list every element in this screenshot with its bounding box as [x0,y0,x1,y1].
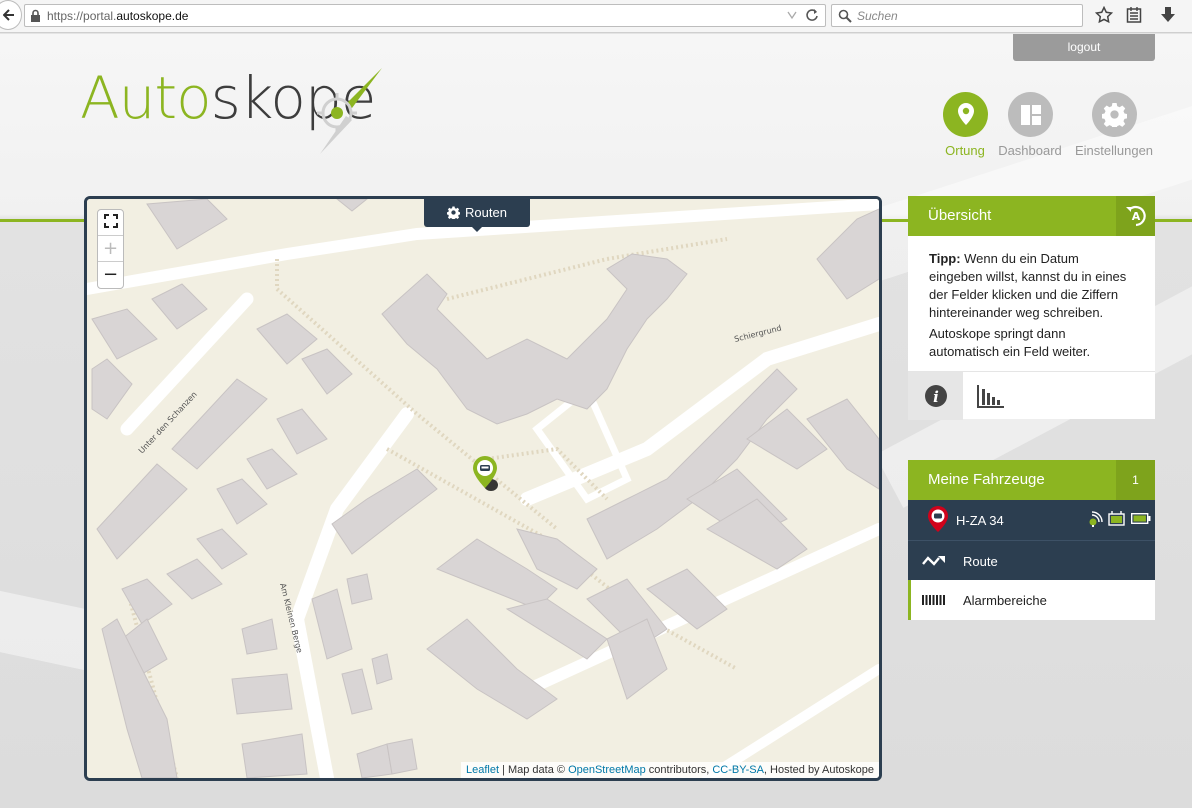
routes-tab[interactable]: Routen [424,199,530,232]
nav-label-dashboard: Dashboard [998,143,1062,158]
nav-label-einstellungen: Einstellungen [1074,143,1154,158]
vehicle-pin-icon [928,506,948,532]
zoom-out-button[interactable]: − [98,262,123,288]
info-icon: i [925,385,947,407]
svg-text:A: A [1131,210,1140,223]
alarm-zone-icon [922,595,945,605]
menu-alarmbereiche[interactable]: Alarmbereiche [908,580,1155,620]
tab-statistics[interactable] [963,372,1018,420]
menu-alarmbereiche-label: Alarmbereiche [963,593,1047,608]
map[interactable]: Schiergrund Unter den Schanzen Am Kleine… [84,196,882,781]
overview-tabs: i [908,371,1155,420]
reading-list-icon[interactable] [1126,6,1142,24]
search-placeholder: Suchen [857,9,898,23]
vehicles-panel: Meine Fahrzeuge 1 H-ZA 34 Route Alarmber… [908,460,1155,620]
lock-icon [31,9,40,22]
leaflet-link[interactable]: Leaflet [466,764,499,776]
vehicle-count-badge: 1 [1116,460,1155,500]
tab-info[interactable]: i [908,372,963,420]
location-pin-icon [942,92,988,137]
nav-einstellungen[interactable]: Einstellungen [1072,92,1156,158]
tip-text: Tipp: Wenn du ein Datum eingeben willst,… [929,251,1127,359]
vehicles-header: Meine Fahrzeuge 1 [908,460,1155,500]
nav-ortung[interactable]: Ortung [939,92,991,158]
compass-logo-icon [317,68,382,154]
nav-dashboard[interactable]: Dashboard [994,92,1066,158]
fullscreen-button[interactable] [98,210,123,236]
logo: Autoskope [80,68,382,154]
vehicle-marker-icon[interactable] [471,455,507,495]
routes-tab-label: Routen [465,205,507,220]
gear-icon [446,206,461,221]
overview-title: Übersicht [928,207,992,224]
back-button[interactable] [0,0,22,30]
gear-icon [1091,92,1137,137]
search-bar[interactable]: Suchen [831,4,1083,27]
vehicles-title: Meine Fahrzeuge [928,471,1045,488]
battery-icon [1131,513,1151,524]
osm-link[interactable]: OpenStreetMap [568,764,646,776]
gsm-status-icon [1108,511,1125,526]
page: logout Autoskope Ortung Dashboard Einste… [0,34,1192,808]
back-arrow-icon [3,9,14,21]
search-icon [838,9,852,23]
reload-icon[interactable] [805,8,819,22]
vehicle-row[interactable]: H-ZA 34 [908,500,1155,540]
nav-label-ortung: Ortung [945,143,985,158]
menu-route[interactable]: Route [908,540,1155,580]
download-icon[interactable] [1160,6,1176,24]
vehicle-name: H-ZA 34 [956,513,1004,528]
browser-toolbar: https://portal.autoskope.de Suchen [0,0,1192,33]
bookmark-star-icon[interactable] [1095,6,1113,24]
logout-button[interactable]: logout [1013,34,1155,61]
map-attribution: Leaflet | Map data © OpenStreetMap contr… [460,762,879,778]
menu-route-label: Route [963,554,998,569]
zoom-in-button[interactable]: + [98,236,123,262]
url-bar[interactable]: https://portal.autoskope.de [24,4,826,27]
zoom-controls: + − [97,209,124,289]
bar-chart-icon [977,385,1004,408]
auto-refresh-button[interactable]: A [1116,196,1155,236]
route-icon [922,556,945,566]
gps-signal-icon [1089,511,1103,527]
dropdown-arrow-icon[interactable] [787,9,797,21]
dashboard-icon [1007,92,1053,137]
url-text: https://portal.autoskope.de [47,9,189,23]
overview-header: Übersicht A [908,196,1155,236]
auto-refresh-icon: A [1125,205,1146,227]
overview-panel: Übersicht A Tipp: Wenn du ein Datum eing… [908,196,1155,420]
license-link[interactable]: CC-BY-SA [712,764,764,776]
svg-text:i: i [933,388,939,406]
fullscreen-icon [103,214,118,228]
